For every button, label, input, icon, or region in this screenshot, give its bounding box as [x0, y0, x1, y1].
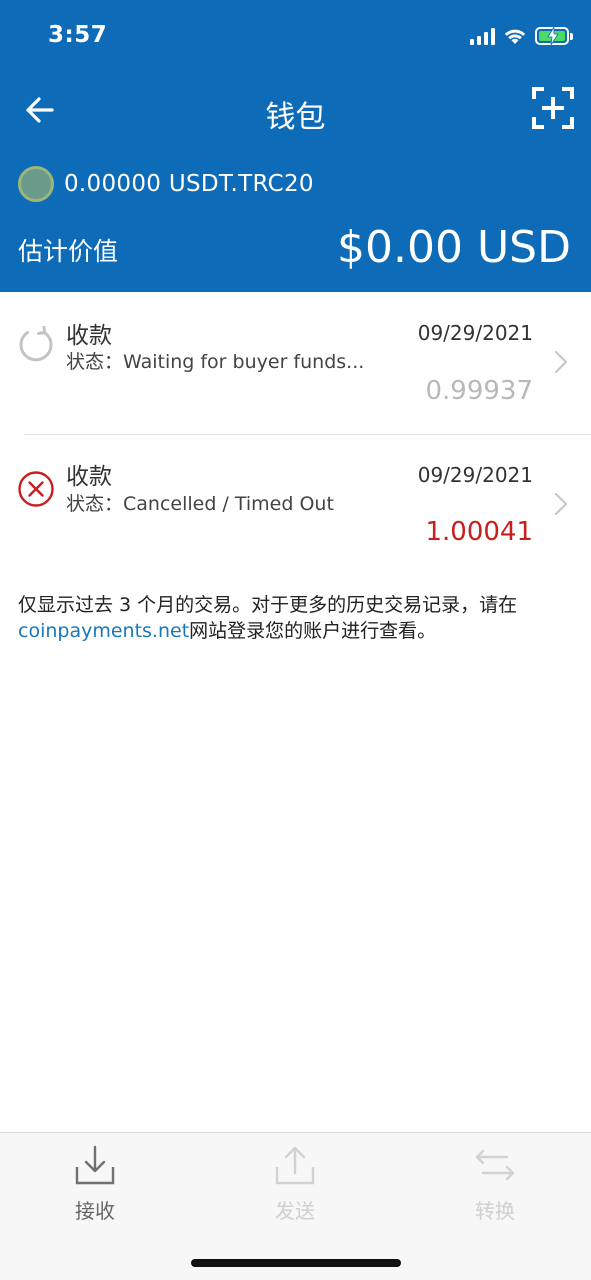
history-note-suffix: 网站登录您的账户进行查看。	[189, 620, 436, 642]
coinpayments-link[interactable]: coinpayments.net	[18, 620, 189, 642]
status-bar: 3:57	[0, 0, 591, 70]
tab-receive[interactable]: 接收	[35, 1143, 155, 1233]
tab-convert[interactable]: 转换	[435, 1143, 555, 1233]
scan-add-button[interactable]	[531, 86, 575, 130]
transaction-type: 收款	[66, 316, 112, 350]
upload-tray-icon	[273, 1143, 317, 1187]
transaction-row[interactable]: 收款 状态：Cancelled / Timed Out 09/29/2021 1…	[0, 435, 591, 577]
home-indicator[interactable]	[191, 1259, 401, 1267]
chevron-right-icon	[553, 349, 569, 375]
nav-bar: 钱包	[0, 80, 591, 140]
cellular-signal-icon	[470, 27, 495, 45]
wifi-icon	[503, 27, 527, 45]
cancelled-x-icon	[17, 470, 55, 508]
transaction-amount: 1.00041	[425, 517, 533, 547]
transaction-date: 09/29/2021	[418, 321, 533, 345]
tab-send-label: 发送	[235, 1195, 355, 1224]
transaction-type: 收款	[66, 457, 112, 491]
estimated-value-label: 估计价值	[18, 232, 118, 268]
bottom-tab-bar: 接收 发送 转换	[0, 1132, 591, 1280]
scan-add-icon	[531, 86, 575, 130]
history-note-text: 仅显示过去 3 个月的交易。对于更多的历史交易记录，请在	[18, 594, 517, 616]
battery-charging-icon	[535, 27, 569, 45]
tab-send[interactable]: 发送	[235, 1143, 355, 1233]
transaction-row[interactable]: 收款 状态：Waiting for buyer funds... 09/29/2…	[0, 292, 591, 434]
tab-convert-label: 转换	[435, 1195, 555, 1224]
download-tray-icon	[73, 1143, 117, 1187]
transaction-date: 09/29/2021	[418, 463, 533, 487]
status-time: 3:57	[48, 22, 107, 48]
page-title: 钱包	[0, 92, 591, 136]
balance-row: 0.00000 USDT.TRC20	[18, 166, 314, 202]
coin-icon	[18, 166, 54, 202]
tab-receive-label: 接收	[35, 1195, 155, 1224]
status-icons	[470, 24, 569, 48]
transaction-status: 状态：Cancelled / Timed Out	[66, 489, 334, 516]
wallet-header: 3:57 钱	[0, 0, 591, 292]
wallet-screen: 3:57 钱	[0, 0, 591, 1280]
chevron-right-icon	[553, 491, 569, 517]
wallet-balance: 0.00000 USDT.TRC20	[64, 171, 314, 197]
pending-refresh-icon	[17, 326, 55, 364]
history-note: 仅显示过去 3 个月的交易。对于更多的历史交易记录，请在 coinpayment…	[18, 592, 578, 644]
transaction-status: 状态：Waiting for buyer funds...	[66, 347, 364, 374]
transaction-amount: 0.99937	[425, 376, 533, 406]
swap-arrows-icon	[473, 1143, 517, 1187]
estimated-value: $0.00 USD	[337, 222, 571, 273]
